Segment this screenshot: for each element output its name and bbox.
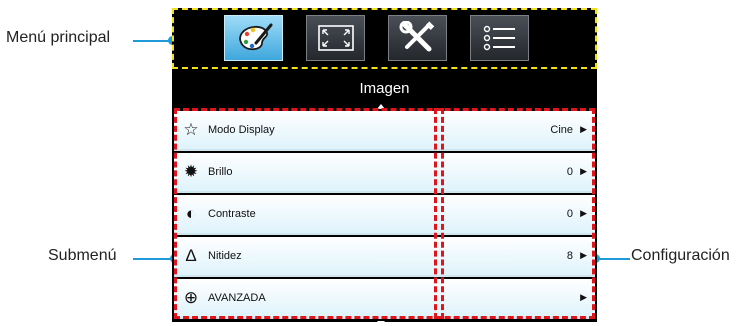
tools-icon [399,21,434,52]
submenu-highlight [174,108,595,319]
tab-options[interactable] [470,15,529,61]
callout-main-menu: Menú principal [6,29,111,46]
osd-menu: Imagen ☆ Modo Display Cine ▶ ✹ Brillo 0 … [172,8,597,326]
tab-setup[interactable] [388,15,447,61]
callout-main-menu-leader [133,40,172,42]
callout-submenu-leader [133,258,172,260]
callout-submenu: Submenú [48,247,117,264]
settings-divider-highlight [434,108,444,319]
list-icon [483,25,515,51]
palette-icon [238,23,272,51]
tab-display[interactable] [306,15,365,61]
menu-title: Imagen [172,76,597,102]
callout-settings-leader [596,258,630,260]
screen-expand-icon [317,25,354,51]
callout-settings: Configuración [631,247,730,264]
main-menu-bar [172,8,597,69]
tab-image[interactable] [224,15,283,61]
